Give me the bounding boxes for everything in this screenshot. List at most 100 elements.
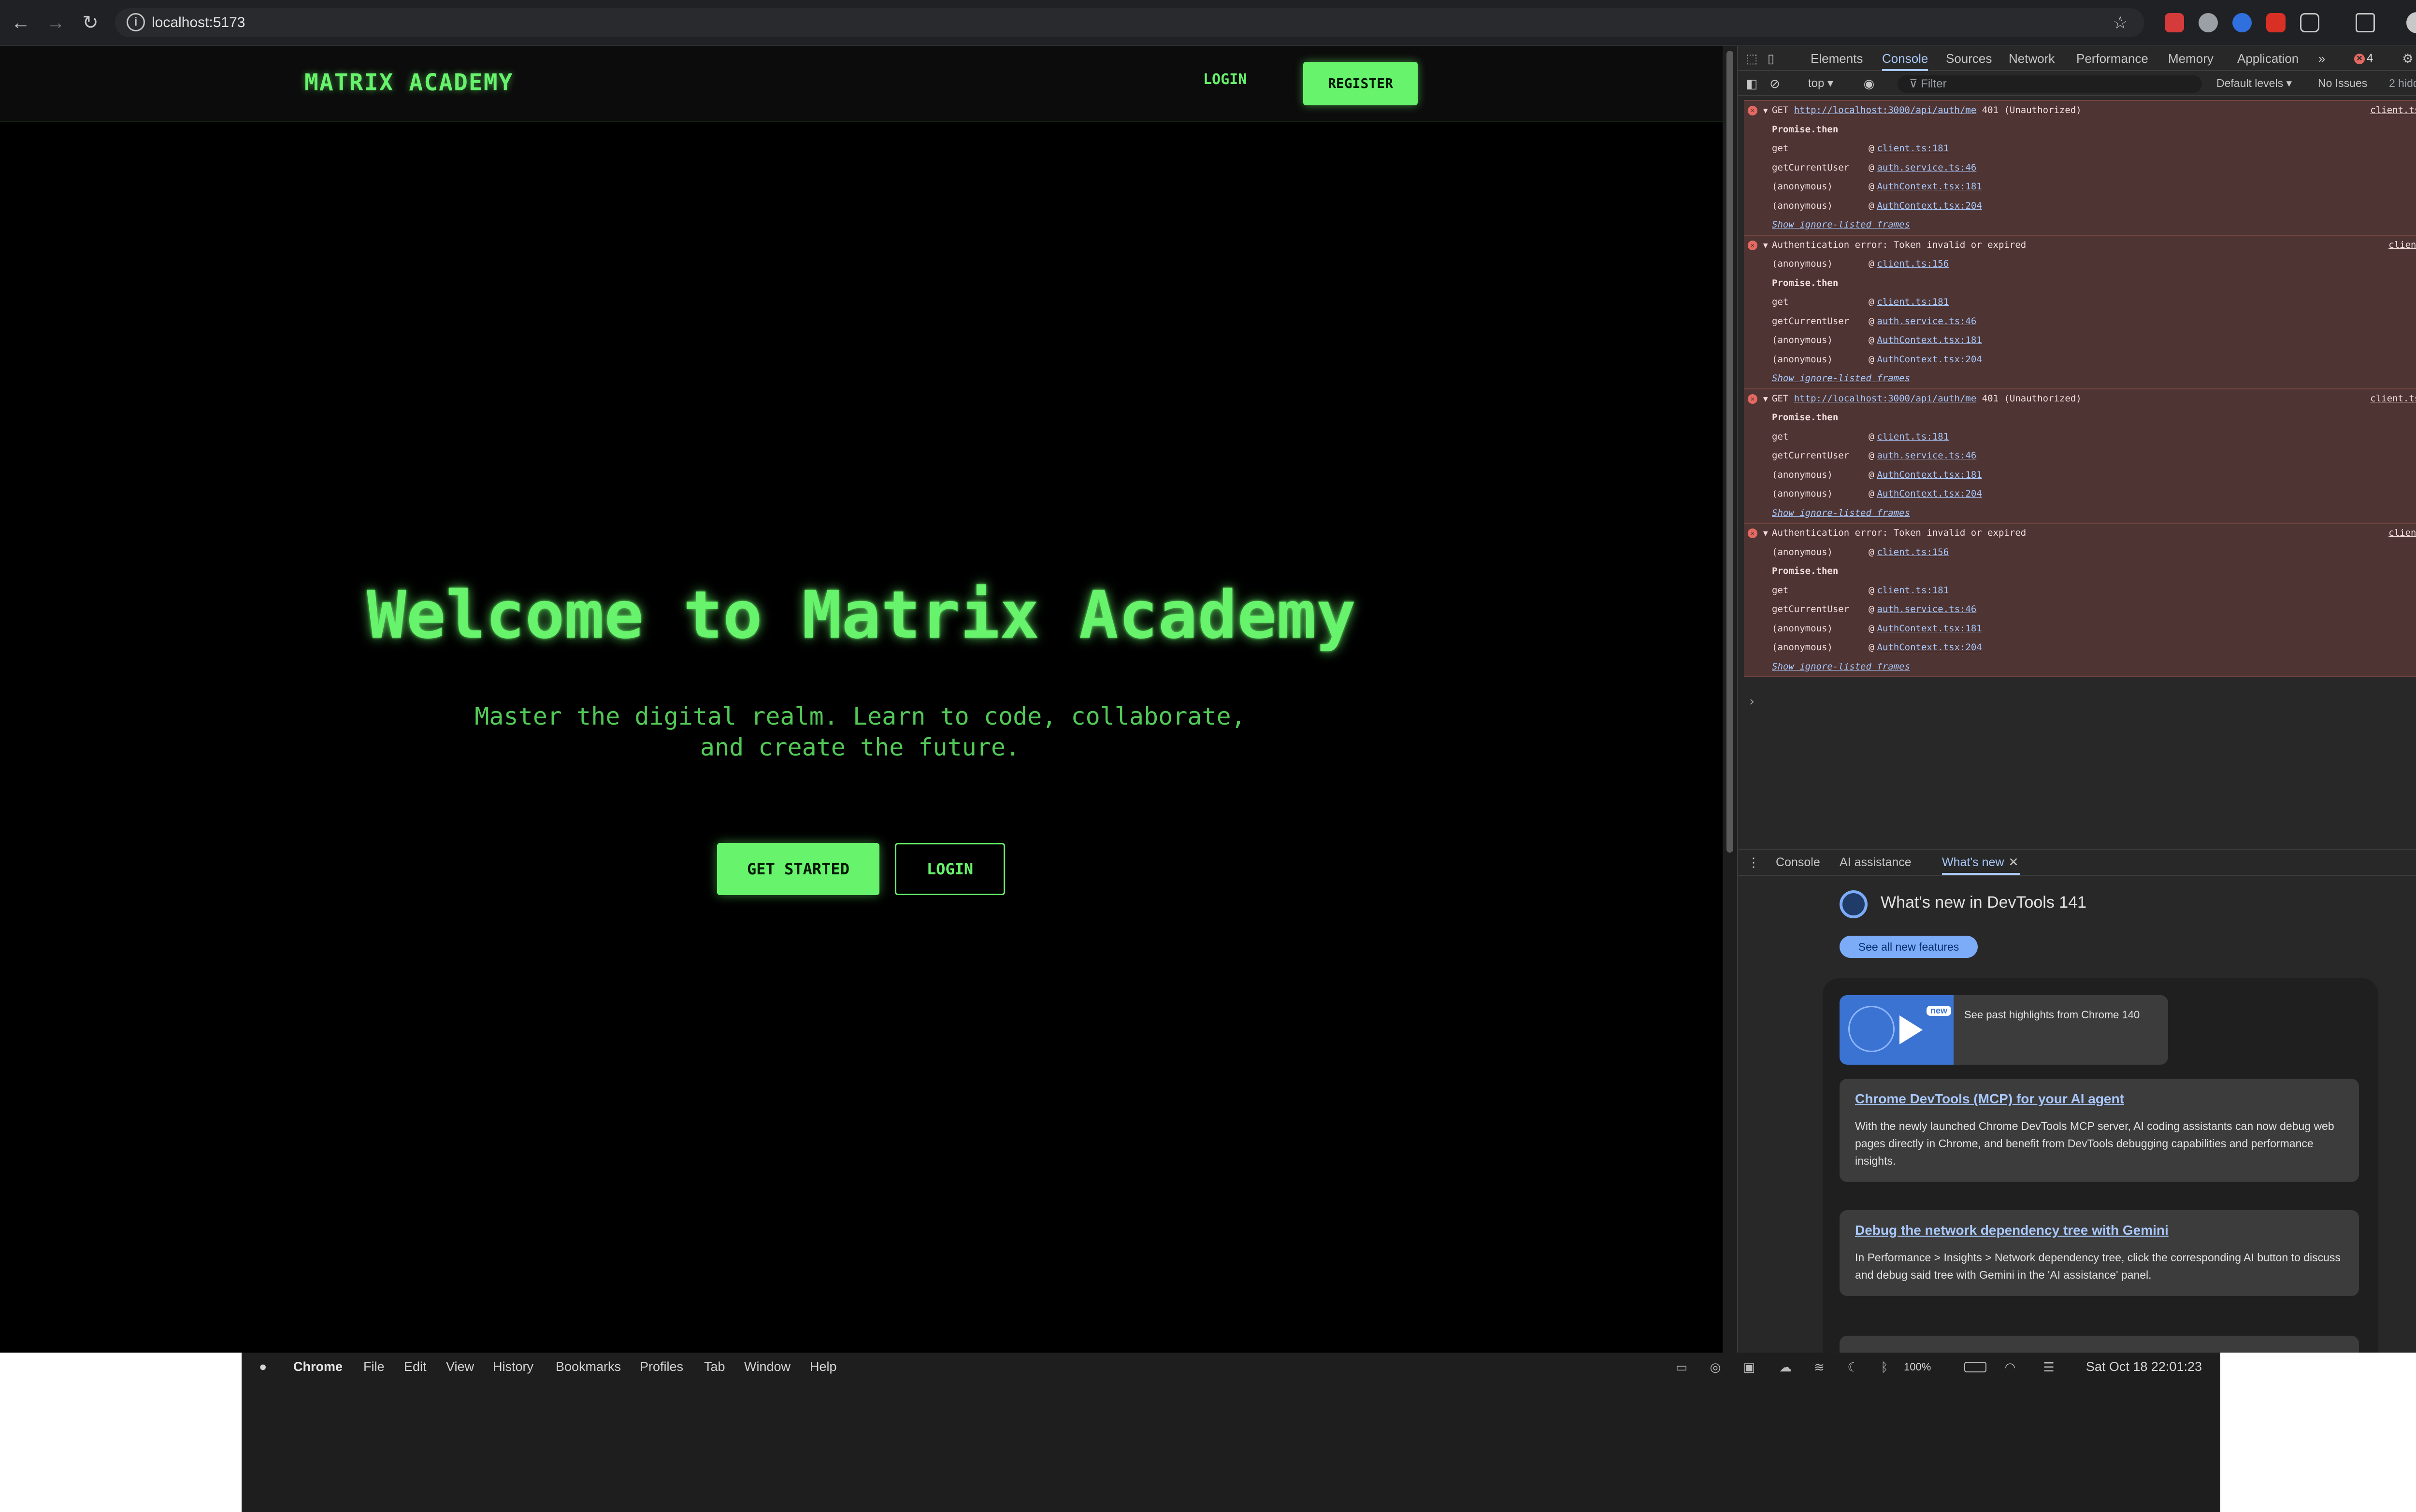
menu-history[interactable]: History (493, 1359, 533, 1374)
tab-network[interactable]: Network (2009, 46, 2055, 71)
see-all-features-button[interactable]: See all new features (1840, 936, 1978, 958)
menu-file[interactable]: File (363, 1359, 385, 1374)
tab-application[interactable]: Application (2237, 46, 2299, 71)
console-message-line[interactable]: ▼ Authentication error: Token invalid or … (1744, 524, 2416, 543)
drawer-menu-icon[interactable]: ⋮ (1746, 855, 1761, 870)
clear-console-icon[interactable]: ⊘ (1767, 76, 1783, 91)
forward-arrow-icon[interactable]: → (43, 11, 68, 35)
console-prompt-icon[interactable]: › (1748, 693, 1756, 709)
source-link[interactable]: client.ts:181 (2370, 389, 2416, 409)
scrollbar-thumb[interactable] (1726, 51, 1733, 853)
show-ignored-frames-link[interactable]: Show ignore-listed frames (1772, 508, 1910, 518)
frame-link[interactable]: AuthContext.tsx:204 (1877, 642, 1982, 653)
control-center-icon[interactable]: ☰ (2042, 1360, 2056, 1374)
issues-indicator[interactable]: No Issues (2318, 77, 2367, 90)
frame-link[interactable]: auth.service.ts:46 (1877, 450, 1976, 461)
focus-moon-icon[interactable]: ☾ (1846, 1360, 1860, 1374)
more-tabs-chevron-icon[interactable]: » (2314, 51, 2330, 66)
extension-icon[interactable] (2266, 13, 2286, 32)
nav-register-button[interactable]: REGISTER (1303, 62, 1418, 105)
highlights-video-card[interactable]: new See past highlights from Chrome 140 (1840, 995, 2168, 1065)
display-icon[interactable]: ▣ (1742, 1360, 1756, 1374)
console-message-line[interactable]: ▼ GET http://localhost:3000/api/auth/me 4… (1744, 389, 2416, 409)
apple-logo-icon[interactable]: ● (259, 1359, 267, 1374)
menu-window[interactable]: Window (744, 1359, 791, 1374)
request-url-link[interactable]: http://localhost:3000/api/auth/me (1794, 105, 1977, 115)
sidebar-toggle-icon[interactable]: ◧ (1744, 76, 1759, 91)
frame-link[interactable]: AuthContext.tsx:204 (1877, 488, 1982, 499)
tab-console[interactable]: Console (1882, 46, 1928, 71)
frame-link[interactable]: auth.service.ts:46 (1877, 316, 1976, 327)
extension-icon[interactable] (2165, 13, 2184, 32)
device-toolbar-icon[interactable]: ▯ (1763, 51, 1779, 66)
profile-avatar[interactable] (2406, 12, 2416, 33)
drawer-tab-console[interactable]: Console (1776, 850, 1820, 875)
frame-link[interactable]: AuthContext.tsx:181 (1877, 623, 1982, 634)
brand-logo[interactable]: MATRIX ACADEMY (304, 69, 514, 96)
bluetooth-icon[interactable]: ᛒ (1877, 1360, 1892, 1374)
close-tab-icon[interactable]: ✕ (2008, 850, 2018, 875)
site-info-icon[interactable]: i (127, 13, 145, 31)
inspect-element-icon[interactable]: ⬚ (1744, 51, 1759, 66)
show-ignored-frames-link[interactable]: Show ignore-listed frames (1772, 661, 1910, 672)
cloud-icon[interactable]: ☁ (1778, 1360, 1793, 1374)
nav-login-link[interactable]: LOGIN (1203, 71, 1247, 88)
battery-icon[interactable] (1964, 1362, 1986, 1372)
frame-link[interactable]: AuthContext.tsx:181 (1877, 181, 1982, 192)
request-url-link[interactable]: http://localhost:3000/api/auth/me (1794, 393, 1977, 404)
hero-login-button[interactable]: LOGIN (895, 843, 1005, 895)
source-link[interactable]: client.ts:156 (2388, 524, 2416, 543)
menu-help[interactable]: Help (810, 1359, 837, 1374)
frame-link[interactable]: AuthContext.tsx:181 (1877, 470, 1982, 480)
address-bar[interactable]: i localhost:5173 ☆ (115, 8, 2144, 37)
log-levels-dropdown[interactable]: Default levels ▾ (2216, 77, 2292, 90)
address-url[interactable]: localhost:5173 (152, 8, 245, 37)
menu-tab[interactable]: Tab (704, 1359, 725, 1374)
console-message-line[interactable]: ▼ GET http://localhost:3000/api/auth/me 4… (1744, 101, 2416, 120)
frame-link[interactable]: AuthContext.tsx:181 (1877, 335, 1982, 345)
expand-triangle-icon[interactable]: ▼ (1763, 389, 1768, 409)
tab-memory[interactable]: Memory (2168, 46, 2214, 71)
page-scrollbar[interactable] (1723, 46, 1737, 1353)
feature-title-link[interactable]: Debug the network dependency tree with G… (1855, 1223, 2344, 1238)
show-ignored-frames-link[interactable]: Show ignore-listed frames (1772, 373, 1910, 384)
live-expression-eye-icon[interactable]: ◉ (1861, 76, 1877, 91)
expand-triangle-icon[interactable]: ▼ (1763, 101, 1768, 120)
menubar-clock[interactable]: Sat Oct 18 22:01:23 (2086, 1359, 2202, 1374)
error-count-badge[interactable]: ✕ 4 (2354, 52, 2373, 65)
puzzle-extensions-icon[interactable] (2300, 13, 2319, 32)
menu-app-name[interactable]: Chrome (293, 1359, 343, 1374)
drawer-tab-ai-assistance[interactable]: AI assistance (1840, 850, 1912, 875)
expand-triangle-icon[interactable]: ▼ (1763, 524, 1768, 543)
expand-triangle-icon[interactable]: ▼ (1763, 236, 1768, 255)
source-link[interactable]: client.ts:156 (2388, 236, 2416, 255)
source-link[interactable]: client.ts:181 (2370, 101, 2416, 120)
record-icon[interactable]: ◎ (1708, 1360, 1723, 1374)
extension-icon[interactable] (2199, 13, 2218, 32)
airdrop-icon[interactable]: ≋ (1812, 1360, 1826, 1374)
bookmark-star-icon[interactable]: ☆ (2113, 8, 2128, 37)
video-thumbnail[interactable]: new (1840, 995, 1954, 1065)
frame-link[interactable]: client.ts:156 (1877, 258, 1949, 269)
wifi-icon[interactable]: ◠ (2003, 1360, 2017, 1374)
menu-view[interactable]: View (446, 1359, 474, 1374)
frame-link[interactable]: AuthContext.tsx:204 (1877, 354, 1982, 365)
show-ignored-frames-link[interactable]: Show ignore-listed frames (1772, 219, 1910, 230)
menu-profiles[interactable]: Profiles (640, 1359, 683, 1374)
get-started-button[interactable]: GET STARTED (717, 843, 879, 895)
tab-sources[interactable]: Sources (1946, 46, 1992, 71)
frame-link[interactable]: client.ts:181 (1877, 585, 1949, 596)
frame-link[interactable]: client.ts:181 (1877, 431, 1949, 442)
menu-edit[interactable]: Edit (404, 1359, 427, 1374)
frame-link[interactable]: client.ts:156 (1877, 547, 1949, 557)
feature-title-link[interactable]: Chrome DevTools (MCP) for your AI agent (1855, 1091, 2344, 1107)
menu-bookmarks[interactable]: Bookmarks (556, 1359, 621, 1374)
frame-link[interactable]: client.ts:181 (1877, 143, 1949, 154)
password-manager-icon[interactable] (2232, 13, 2252, 32)
console-message-line[interactable]: ▼ Authentication error: Token invalid or … (1744, 236, 2416, 255)
console-filter-input[interactable]: ⊽ Filter (1898, 75, 2202, 93)
back-arrow-icon[interactable]: ← (9, 11, 33, 35)
frame-link[interactable]: auth.service.ts:46 (1877, 162, 1976, 173)
context-selector[interactable]: top ▾ (1808, 76, 1833, 90)
frame-link[interactable]: AuthContext.tsx:204 (1877, 200, 1982, 211)
